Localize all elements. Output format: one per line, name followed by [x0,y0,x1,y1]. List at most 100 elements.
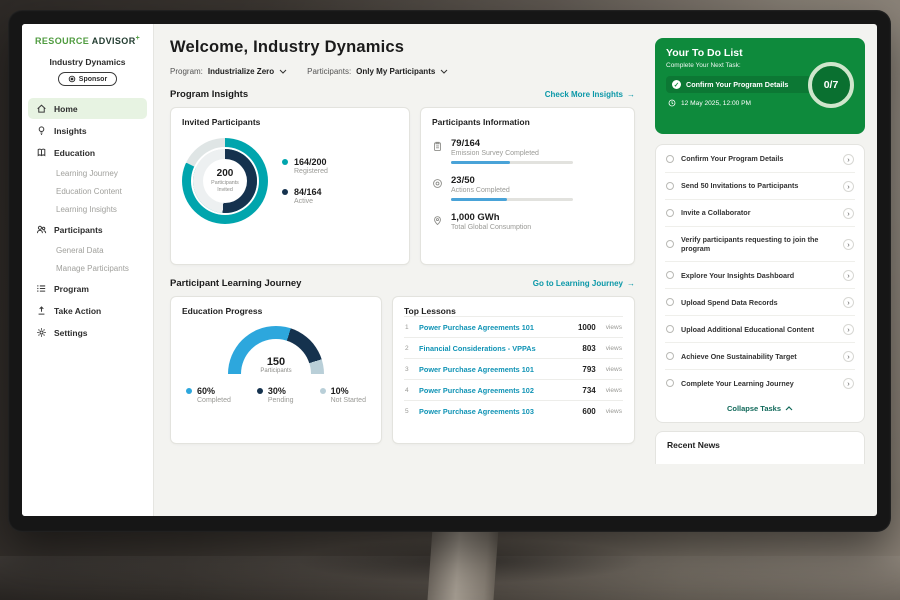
lesson-rank: 3 [405,366,412,373]
sidebar-item-education-content[interactable]: Education Content [28,182,147,200]
collapse-tasks-link[interactable]: Collapse Tasks [665,396,855,421]
chevron-right-icon[interactable]: › [843,239,854,250]
target-icon [432,176,443,187]
task-row[interactable]: Invite a Collaborator › [665,200,855,227]
sidebar-item-general-data[interactable]: General Data [28,241,147,259]
legend-label: Registered [294,168,328,175]
navy-dot-icon [282,189,288,195]
lesson-views: 734 [582,386,595,395]
progress-track [451,198,573,201]
lesson-link[interactable]: Power Purchase Agreements 101 [419,365,575,374]
chevron-down-icon [440,69,448,74]
task-label: Explore Your Insights Dashboard [681,271,836,281]
chevron-right-icon[interactable]: › [843,324,854,335]
todo-tasks-card: Confirm Your Program Details › Send 50 I… [655,144,865,423]
lesson-views: 1000 [578,323,596,332]
sidebar-item-program[interactable]: Program [28,278,147,299]
arrow-right-icon: → [627,279,635,288]
lesson-rank: 2 [405,345,412,352]
chevron-right-icon[interactable]: › [843,181,854,192]
recent-news-card: Recent News [655,431,865,464]
task-checkbox[interactable] [666,155,674,163]
sidebar-item-education[interactable]: Education [28,142,147,163]
sponsor-icon [68,75,76,83]
lesson-rank: 4 [405,387,412,394]
lesson-link[interactable]: Power Purchase Agreements 103 [419,407,575,416]
task-row[interactable]: Upload Spend Data Records › [665,289,855,316]
stat-emission-survey: 79/164 Emission Survey Completed [432,138,623,164]
progress-track [451,161,573,164]
sidebar-item-learning-journey[interactable]: Learning Journey [28,164,147,182]
sidebar-item-home[interactable]: Home [28,98,147,119]
program-dropdown[interactable]: Program: Industrialize Zero [170,67,287,76]
legend-label: Pending [268,397,294,404]
lesson-views-suffix: views [606,366,622,373]
task-checkbox[interactable] [666,325,674,333]
sidebar-item-take-action[interactable]: Take Action [28,300,147,321]
task-row[interactable]: Verify participants requesting to join t… [665,227,855,262]
sidebar-item-participants[interactable]: Participants [28,219,147,240]
sidebar-item-manage-participants[interactable]: Manage Participants [28,259,147,277]
task-checkbox[interactable] [666,271,674,279]
legend-item-completed: 60% Completed [186,386,231,404]
task-checkbox[interactable] [666,209,674,217]
lesson-views-suffix: views [606,387,622,394]
task-checkbox[interactable] [666,298,674,306]
lesson-link[interactable]: Power Purchase Agreements 101 [419,323,571,332]
sidebar-item-label: Insights [54,126,87,136]
app-screen: RESOURCE ADVISOR+ Industry Dynamics Spon… [22,24,877,516]
task-row[interactable]: Send 50 Invitations to Participants › [665,173,855,200]
chevron-right-icon[interactable]: › [843,154,854,165]
task-checkbox[interactable] [666,379,674,387]
recent-news-title: Recent News [667,440,853,450]
task-row[interactable]: Explore Your Insights Dashboard › [665,262,855,289]
task-checkbox[interactable] [666,352,674,360]
task-checkbox[interactable] [666,182,674,190]
chevron-right-icon[interactable]: › [843,208,854,219]
task-checkbox[interactable] [666,240,674,248]
go-to-learning-journey-link[interactable]: Go to Learning Journey → [533,279,635,288]
upload-icon [36,305,47,316]
lesson-rank: 5 [405,408,412,415]
stat-label: Emission Survey Completed [451,150,573,157]
sidebar-item-label: Home [54,104,78,114]
stat-global-consumption: 1,000 GWh Total Global Consumption [432,212,623,231]
sidebar-item-learning-insights[interactable]: Learning Insights [28,200,147,218]
task-row[interactable]: Achieve One Sustainability Target › [665,343,855,370]
education-legend: 60% Completed 30% Pending [182,386,370,404]
chevron-right-icon[interactable]: › [843,378,854,389]
participants-dropdown[interactable]: Participants: Only My Participants [307,67,448,76]
sidebar-item-label: Learning Insights [56,205,117,214]
clock-icon [668,99,676,107]
todo-next-task-label: Confirm Your Program Details [686,80,788,89]
chevron-right-icon[interactable]: › [843,297,854,308]
sidebar-item-label: Take Action [54,306,101,316]
invited-center-value: 200 [217,168,234,179]
sponsor-badge: Sponsor [58,72,117,86]
task-row[interactable]: Confirm Your Program Details › [665,146,855,173]
todo-progress-ring: 0/7 [808,62,854,108]
todo-next-task[interactable]: ✓ Confirm Your Program Details [666,76,816,93]
participants-dropdown-value: Only My Participants [356,67,435,76]
task-label: Complete Your Learning Journey [681,379,836,389]
lesson-link[interactable]: Power Purchase Agreements 102 [419,386,575,395]
chevron-right-icon[interactable]: › [843,270,854,281]
task-row[interactable]: Upload Additional Educational Content › [665,316,855,343]
gear-icon [36,327,47,338]
check-more-insights-link[interactable]: Check More Insights → [545,90,635,99]
task-label: Upload Additional Educational Content [681,325,836,335]
lesson-views-suffix: views [606,345,622,352]
task-row[interactable]: Complete Your Learning Journey › [665,370,855,396]
lesson-link[interactable]: Financial Considerations - VPPAs [419,344,575,353]
sidebar-item-settings[interactable]: Settings [28,322,147,343]
chevron-right-icon[interactable]: › [843,351,854,362]
stat-value: 23/50 [451,175,573,186]
logo-plus: + [136,35,141,42]
sidebar-item-insights[interactable]: Insights [28,120,147,141]
lesson-views-suffix: views [606,324,622,331]
todo-due-label: 12 May 2025, 12:00 PM [681,100,751,107]
learning-journey-title: Participant Learning Journey [170,278,301,289]
lesson-row: 5 Power Purchase Agreements 103 600 view… [404,400,623,421]
pin-icon [432,213,443,224]
program-insights-title: Program Insights [170,89,248,100]
